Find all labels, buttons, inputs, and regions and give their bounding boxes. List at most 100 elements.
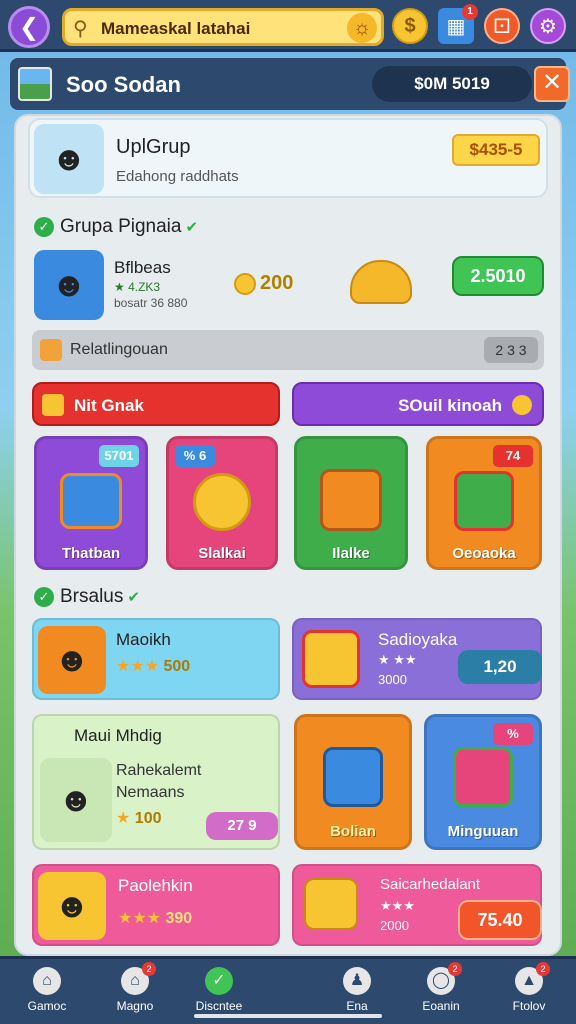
category-name: Thatban [61, 545, 121, 562]
search-bar[interactable]: ⚲ Mameaskal latahai ☼ [62, 8, 384, 46]
category-name: Ilalke [332, 545, 370, 562]
balance-display: $0M 5019 [372, 66, 532, 102]
avatar: ☻ [34, 124, 104, 194]
gear-icon[interactable]: ⚙ [530, 8, 566, 44]
category-card-3[interactable]: Ilalke [294, 436, 408, 570]
tick-icon: ✔ [127, 589, 140, 606]
coin-icon [234, 272, 256, 295]
special-card-6[interactable]: ☻ Paolehkin ★★★ 390 [32, 864, 280, 946]
grupa-buy-button[interactable]: 2.5010 [452, 256, 544, 296]
price-button[interactable]: 27 9 [206, 812, 278, 840]
item-name: Maui Mhdig [74, 726, 162, 745]
upgroup-subtitle: Edahong raddhats [116, 168, 239, 185]
nav-item-discntee[interactable]: ✓ Discntee [184, 965, 254, 1021]
category-card-4[interactable]: 74 Oeoaoka [426, 436, 542, 570]
section-heading-specials: ✓ Brsalus ✔ [34, 586, 140, 608]
sun-icon[interactable]: ☼ [347, 13, 377, 43]
special-card-3[interactable]: Maui Mhdig ☻ Rahekalemt Nemaans ★ 100 27… [32, 714, 280, 850]
gift-box-icon [453, 747, 513, 807]
nav-item-ftolov[interactable]: ▲ 2 Ftolov [494, 962, 564, 1021]
gift-icon [302, 630, 360, 688]
nav-item-gamoc[interactable]: ⌂ Gamoc [12, 965, 82, 1021]
item-name: Minguuan [447, 823, 519, 840]
info-bar[interactable]: Relatlingouan 2 3 3 [32, 330, 544, 370]
item-line-2: Nemaans [116, 784, 185, 801]
grupa-subtext: bosatr 36 880 [114, 296, 188, 310]
notification-badge: 1 [462, 4, 478, 20]
item-line-1: Rahekalemt [116, 762, 202, 779]
upgroup-card[interactable]: ☻ UplGrup Edahong raddhats $435-5 [28, 118, 548, 198]
avatar: ☻ [38, 626, 106, 694]
category-tag: 74 [493, 445, 533, 467]
tab-right[interactable]: SOuil kinoah [292, 382, 544, 426]
nav-item-magno[interactable]: ⌂ 2 Magno [100, 962, 170, 1021]
nav-badge: 2 [448, 962, 462, 976]
upgroup-price-button[interactable]: $435-5 [452, 134, 540, 166]
coin-icon[interactable]: $ [392, 8, 428, 44]
globe-icon: ◯ 2 [427, 962, 462, 995]
category-card-1[interactable]: 5701 Thatban [34, 436, 148, 570]
smiley-icon [193, 473, 251, 531]
nav-badge: 2 [536, 962, 550, 976]
special-card-7[interactable]: Saicarhedalant ★★★ 2000 75.40 [292, 864, 542, 946]
coin-icon [512, 395, 532, 415]
house-icon: ⌂ 2 [121, 962, 156, 995]
grupa-rating: ★ 4.ZK3 [114, 280, 161, 294]
item-name: Paolehkin [118, 876, 193, 895]
tab-left-label: Nit Gnak [74, 396, 144, 415]
category-tag: % [493, 723, 533, 745]
gift-box-icon [323, 747, 383, 807]
section-title: Grupa Pignaia [60, 216, 182, 237]
page-title: Soo Sodan [66, 72, 181, 97]
back-icon: ❮ [18, 13, 40, 41]
treasure-icon [304, 878, 358, 930]
item-name: Maoikh [116, 630, 171, 649]
tag-icon [42, 394, 64, 416]
gift-bag-icon [320, 469, 382, 531]
price-button[interactable]: 75.40 [458, 900, 542, 940]
item-name: Bolian [330, 823, 376, 840]
avatar: ☻ [40, 758, 112, 842]
nav-badge: 2 [142, 962, 156, 976]
upgroup-title: UplGrup [116, 136, 191, 158]
category-card-2[interactable]: % 6 Slalkai [166, 436, 278, 570]
item-rating: ★ 100 [116, 810, 162, 827]
search-icon: ⚲ [73, 18, 88, 40]
search-text: Mameaskal latahai [101, 19, 251, 38]
info-text: Relatlingouan [70, 341, 168, 358]
person-icon: ♟ [343, 967, 371, 995]
special-card-5[interactable]: % Minguuan [424, 714, 542, 850]
avatar: ☻ [34, 250, 104, 320]
nav-item-ena[interactable]: ♟ Ena [322, 965, 392, 1021]
item-rating: ★ ★★ [378, 652, 417, 667]
special-card-2[interactable]: Sadioyaka ★ ★★ 3000 1,20 [292, 618, 542, 700]
tab-left[interactable]: Nit Gnak [32, 382, 280, 426]
category-name: Oeoaoka [452, 545, 516, 562]
grupa-row[interactable]: ☻ Bflbeas ★ 4.ZK3 bosatr 36 880 200 2.50… [32, 248, 546, 324]
gift-box-icon [454, 471, 514, 531]
tab-right-label: SOuil kinoah [398, 396, 502, 415]
close-button[interactable]: ✕ [534, 66, 570, 102]
nav-item-eoanin[interactable]: ◯ 2 Eoanin [406, 962, 476, 1021]
price-button[interactable]: 1,20 [458, 650, 542, 684]
back-button[interactable]: ❮ [8, 6, 50, 48]
check-icon: ✓ [205, 967, 233, 995]
special-card-1[interactable]: ☻ Maoikh ★★★ 500 [32, 618, 280, 700]
top-bar: ❮ ⚲ Mameaskal latahai ☼ $ ▦ 1 ⚀ ⚙ [0, 0, 576, 52]
star-icons: ★★★ [118, 910, 162, 927]
item-value: 100 [134, 810, 162, 827]
bag-icon [60, 473, 122, 529]
item-rating: ★★★ 500 [116, 656, 190, 676]
cube-icon[interactable]: ▦ 1 [438, 4, 478, 44]
item-value: 500 [163, 658, 191, 675]
item-value: 390 [165, 910, 193, 927]
nav-label: Eoanin [422, 999, 460, 1013]
grupa-name: Bflbeas [114, 258, 171, 277]
item-subtext: 2000 [380, 918, 409, 933]
item-rating: ★★★ [380, 898, 415, 913]
treasure-icon [350, 260, 412, 304]
special-card-4[interactable]: Bolian [294, 714, 412, 850]
item-name: Sadioyaka [378, 630, 458, 649]
home-icon: ⌂ [33, 967, 61, 995]
dice-icon[interactable]: ⚀ [484, 8, 520, 44]
